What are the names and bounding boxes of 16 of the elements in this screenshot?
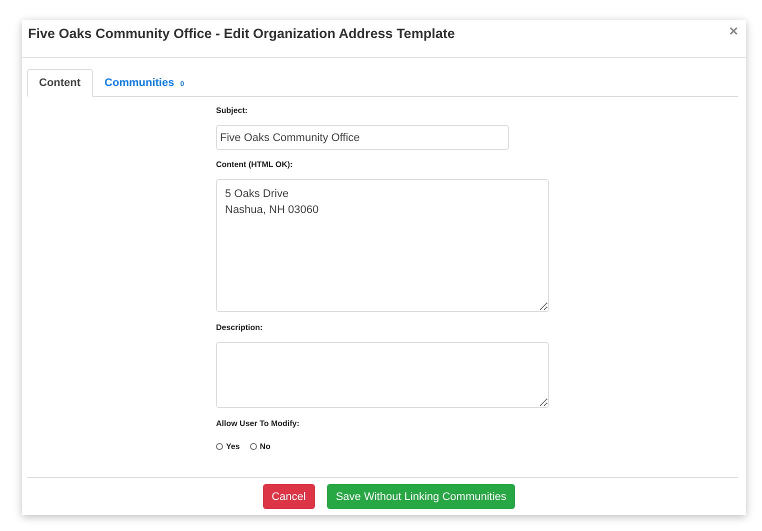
save-button[interactable]: Save Without Linking Communities: [326, 484, 516, 509]
radio-label: No: [260, 442, 270, 451]
field-label: Content (HTML OK):: [216, 160, 294, 169]
radio-label: Yes: [226, 442, 240, 451]
radio-button[interactable]: [250, 443, 257, 450]
tab[interactable]: Content: [27, 69, 93, 97]
close-button[interactable]: ×: [729, 24, 738, 39]
radio-button[interactable]: [216, 443, 223, 450]
description-field[interactable]: [216, 342, 549, 408]
dialog-title: Five Oaks Community Office - Edit Organization Address Template: [28, 26, 455, 41]
field-label: Allow User To Modify:: [216, 419, 300, 428]
cancel-button[interactable]: Cancel: [262, 484, 315, 509]
field-label: Subject:: [216, 106, 249, 115]
subject-field[interactable]: Five Oaks Community Office: [216, 125, 509, 150]
field-label: Description:: [216, 323, 264, 332]
content-field[interactable]: 5 Oaks Drive Nashua, NH 03060: [216, 179, 549, 312]
